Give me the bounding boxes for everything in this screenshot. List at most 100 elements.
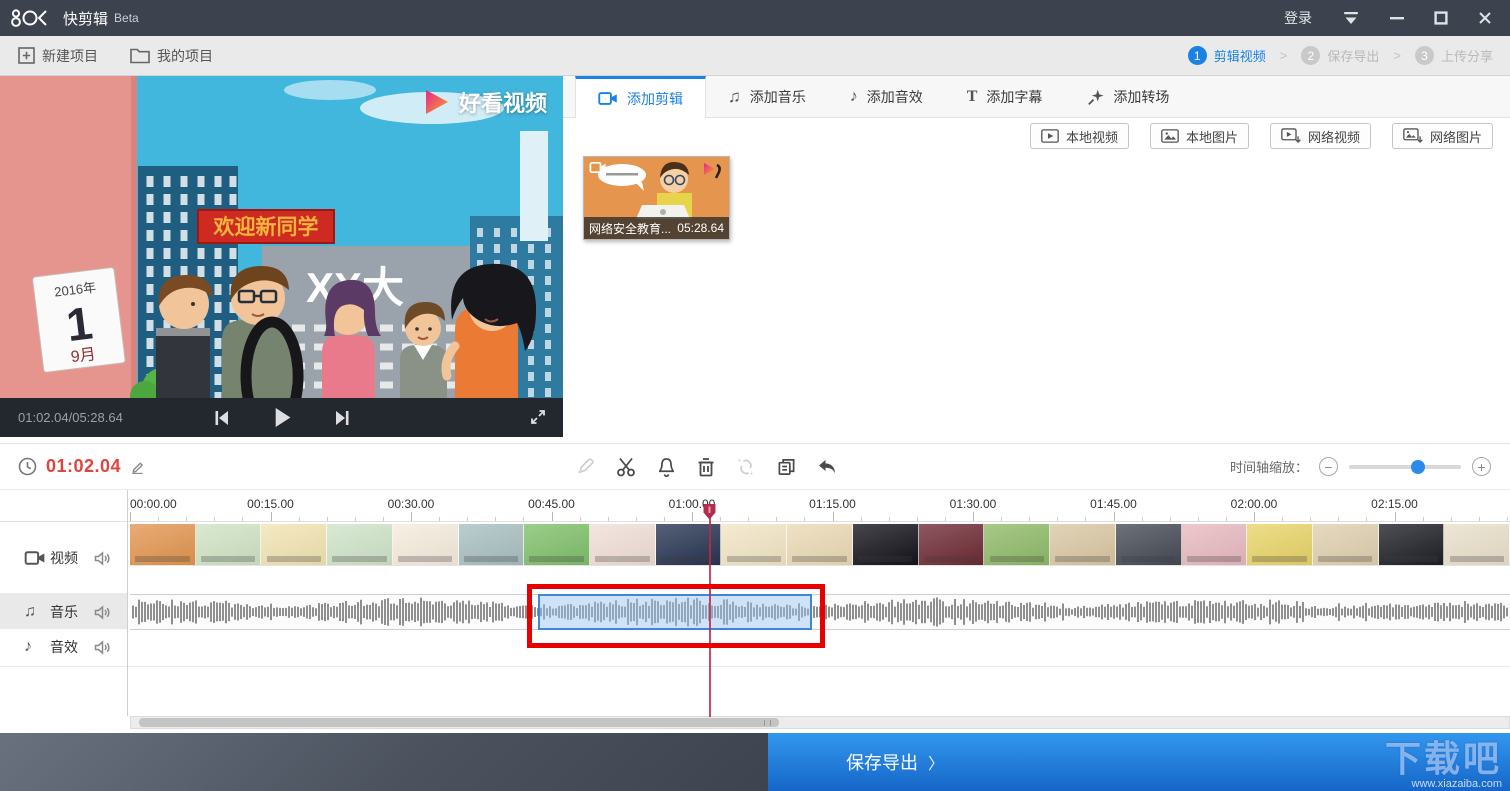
zoom-out-button[interactable]: − — [1319, 457, 1338, 476]
media-panel: 添加剪辑 ♫ 添加音乐 ♪ 添加音效 T 添加字幕 添加转场 本地视频 本地图片 网络视频 网络图片 — [563, 76, 1510, 443]
video-frame-thumbnail[interactable] — [1181, 524, 1248, 565]
edit-pencil-icon — [576, 457, 595, 476]
cut-scissors-icon[interactable] — [616, 457, 636, 477]
trash-delete-icon[interactable] — [697, 457, 715, 477]
zoom-slider-thumb[interactable] — [1411, 459, 1426, 474]
video-frame-thumbnail[interactable] — [787, 524, 853, 565]
fullscreen-icon[interactable] — [529, 408, 547, 426]
video-frame-thumbnail[interactable] — [195, 524, 262, 565]
scrollbar-thumb[interactable] — [139, 718, 779, 727]
playhead-handle[interactable] — [702, 503, 717, 521]
video-frame-thumbnail[interactable] — [392, 524, 459, 565]
skin-menu-icon[interactable] — [1342, 11, 1360, 26]
web-video-button[interactable]: 网络视频 — [1269, 123, 1371, 149]
horizontal-scrollbar[interactable] — [130, 716, 1510, 729]
ruler-minor-tick — [186, 517, 188, 521]
local-image-icon — [1161, 129, 1179, 143]
minimize-button[interactable] — [1390, 11, 1404, 25]
ruler-label: 02:15.00 — [1371, 497, 1418, 511]
previous-frame-button[interactable] — [213, 410, 229, 426]
svg-text:9月: 9月 — [70, 346, 97, 366]
video-frame-thumbnail[interactable] — [524, 524, 591, 565]
video-frame-thumbnail[interactable] — [327, 524, 393, 565]
local-image-button[interactable]: 本地图片 — [1149, 123, 1249, 149]
media-item-label: 网络安全教育... 05:28.64 — [584, 217, 729, 239]
save-export-button[interactable]: 保存导出 〉 — [768, 733, 1510, 791]
ruler-label: 01:45.00 — [1090, 497, 1137, 511]
video-frame-thumbnail[interactable] — [721, 524, 788, 565]
unlink-icon — [736, 457, 756, 477]
video-frame-thumbnail[interactable] — [590, 524, 656, 565]
video-frame-thumbnail[interactable] — [918, 524, 985, 565]
video-frame-thumbnail[interactable] — [852, 524, 919, 565]
video-frame-thumbnail[interactable] — [1312, 524, 1379, 565]
tab-label: 添加字幕 — [986, 88, 1043, 105]
sound-note-icon: ♪ — [849, 87, 858, 105]
clip-tools — [576, 444, 837, 489]
tab-添加剪辑[interactable]: 添加剪辑 — [575, 76, 706, 118]
time-ruler[interactable]: 00:00.00 00:15.00 00:30.00 00:45.00 01:00.00… — [0, 490, 1510, 522]
tab-添加转场[interactable]: 添加转场 — [1064, 76, 1191, 117]
web-image-button[interactable]: 网络图片 — [1391, 123, 1493, 149]
playback-time: 01:02.04/05:28.64 — [18, 410, 123, 425]
wizard-step-3[interactable]: 3 上传分享 — [1414, 46, 1493, 65]
video-camera-icon — [589, 161, 607, 174]
music-track-clip[interactable] — [130, 594, 1510, 630]
login-button[interactable]: 登录 — [1284, 8, 1312, 28]
music-track-mute-icon[interactable] — [94, 604, 111, 620]
audio-clip-selection[interactable] — [538, 594, 812, 630]
wizard-step-2[interactable]: 2 保存导出 — [1301, 46, 1379, 65]
clock-icon — [18, 457, 37, 476]
video-frame-thumbnail[interactable] — [1115, 524, 1182, 565]
step-label: 上传分享 — [1440, 49, 1493, 64]
tab-添加音效[interactable]: ♪ 添加音效 — [828, 76, 945, 117]
media-library-item[interactable]: 网络安全教育... 05:28.64 — [583, 156, 730, 240]
edit-toolbar: 01:02.04 时间轴缩放： − + — [0, 443, 1510, 490]
project-bar: 新建项目 我的项目 1 剪辑视频 >2 保存导出 >3 上传分享 — [0, 36, 1510, 76]
next-frame-button[interactable] — [334, 410, 350, 426]
video-frame-thumbnail[interactable] — [1378, 524, 1445, 565]
maximize-button[interactable] — [1434, 11, 1448, 25]
local-video-button[interactable]: 本地视频 — [1029, 123, 1129, 149]
video-preview[interactable]: XX大 欢迎新同学 2016年 1 9月 — [0, 76, 563, 398]
sfx-track-mute-icon[interactable] — [94, 639, 111, 655]
video-track-clip[interactable] — [130, 524, 1510, 566]
new-project-button[interactable]: 新建项目 — [18, 46, 98, 66]
music-waveform — [132, 597, 1508, 627]
close-button[interactable] — [1478, 11, 1492, 25]
my-projects-button[interactable]: 我的项目 — [130, 46, 213, 66]
ruler-minor-tick — [214, 517, 216, 521]
zoom-slider[interactable] — [1349, 459, 1461, 474]
bell-marker-icon[interactable] — [657, 457, 676, 477]
ruler-major-tick — [1113, 512, 1115, 521]
track-labels-column: 视频 ♫ 音乐 ♪ 音效 — [0, 490, 128, 716]
video-frame-thumbnail[interactable] — [1050, 524, 1116, 565]
edit-timecode-icon[interactable] — [130, 459, 145, 474]
video-frame-thumbnail[interactable] — [1247, 524, 1313, 565]
zoom-in-button[interactable]: + — [1472, 457, 1491, 476]
ruler-minor-tick — [439, 517, 441, 521]
step-number-badge: 2 — [1301, 46, 1321, 65]
video-frame-thumbnail[interactable] — [1444, 524, 1510, 565]
wizard-step-1[interactable]: 1 剪辑视频 — [1187, 46, 1266, 65]
video-track-mute-icon[interactable] — [94, 550, 111, 566]
ruler-minor-tick — [607, 517, 609, 521]
ruler-major-tick — [973, 512, 974, 521]
tab-添加字幕[interactable]: T 添加字幕 — [945, 76, 1065, 117]
svg-text:欢迎新同学: 欢迎新同学 — [213, 215, 319, 239]
play-button[interactable] — [271, 407, 292, 428]
copy-duplicate-icon[interactable] — [777, 457, 796, 476]
ruler-minor-tick — [916, 517, 918, 521]
undo-icon[interactable] — [817, 458, 837, 476]
video-frame-thumbnail[interactable] — [655, 524, 722, 565]
video-frame-thumbnail[interactable] — [458, 524, 525, 565]
step-chevron-icon: > — [1393, 48, 1401, 63]
music-note-icon: ♫ — [728, 87, 741, 106]
video-frame-thumbnail[interactable] — [130, 524, 196, 565]
ruler-minor-tick — [1057, 517, 1059, 521]
video-frame-thumbnail[interactable] — [984, 524, 1051, 565]
ruler-minor-tick — [776, 517, 778, 521]
tab-添加音乐[interactable]: ♫ 添加音乐 — [706, 76, 828, 117]
sfx-track-label: ♪ 音效 — [0, 635, 127, 659]
video-frame-thumbnail[interactable] — [261, 524, 328, 565]
